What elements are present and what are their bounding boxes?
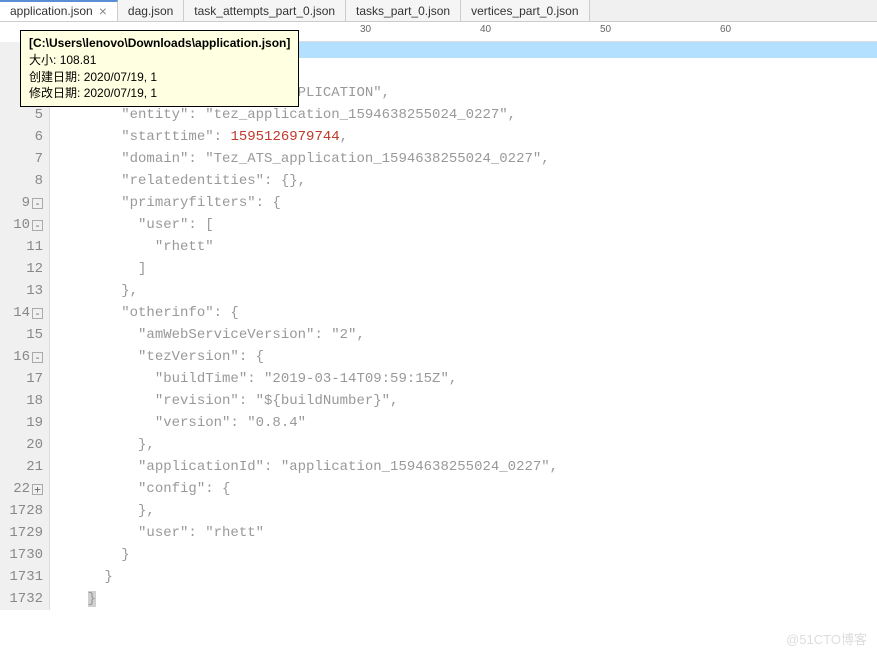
code-line[interactable]: }, — [54, 280, 877, 302]
code-line[interactable]: "applicationId": "application_1594638255… — [54, 456, 877, 478]
line-number: 7 — [0, 148, 43, 170]
fold-collapse-icon[interactable]: - — [32, 308, 43, 319]
code-line[interactable]: "version": "0.8.4" — [54, 412, 877, 434]
line-number: 22+ — [0, 478, 43, 500]
line-number: 17 — [0, 368, 43, 390]
fold-expand-icon[interactable]: + — [32, 484, 43, 495]
line-number: 14- — [0, 302, 43, 324]
tab-vertices_part_0-json[interactable]: vertices_part_0.json — [461, 0, 589, 21]
code-line[interactable]: "relatedentities": {}, — [54, 170, 877, 192]
cursor-position: } — [88, 591, 96, 607]
code-line[interactable]: "revision": "${buildNumber}", — [54, 390, 877, 412]
code-line[interactable]: "otherinfo": { — [54, 302, 877, 324]
line-number: 10- — [0, 214, 43, 236]
code-content[interactable]: "entitytype": "TEZ_APPLICATION", "entity… — [50, 42, 877, 610]
tooltip-created: 创建日期: 2020/07/19, 1 — [29, 69, 290, 86]
code-line[interactable]: }, — [54, 500, 877, 522]
code-line[interactable]: "rhett" — [54, 236, 877, 258]
fold-collapse-icon[interactable]: - — [32, 198, 43, 209]
line-number: 11 — [0, 236, 43, 258]
tooltip-path: [C:\Users\lenovo\Downloads\application.j… — [29, 35, 290, 52]
code-line[interactable]: "config": { — [54, 478, 877, 500]
code-line[interactable]: ] — [54, 258, 877, 280]
code-line[interactable]: "user": "rhett" — [54, 522, 877, 544]
line-number: 21 — [0, 456, 43, 478]
ruler-mark: 40 — [480, 24, 491, 35]
tab-bar: application.json × dag.json task_attempts_p… — [0, 0, 877, 22]
line-number: 5 — [0, 104, 43, 126]
code-editor[interactable]: 456789-10-11121314-1516-171819202122+172… — [0, 42, 877, 610]
tab-dag-json[interactable]: dag.json — [118, 0, 184, 21]
line-number: 12 — [0, 258, 43, 280]
ruler-mark: 50 — [600, 24, 611, 35]
code-line[interactable]: } — [54, 588, 877, 610]
line-number: 1732 — [0, 588, 43, 610]
tab-label: task_attempts_part_0.json — [194, 4, 335, 18]
tab-label: application.json — [10, 4, 93, 18]
ruler-mark: 30 — [360, 24, 371, 35]
tab-label: dag.json — [128, 4, 173, 18]
line-number: 15 — [0, 324, 43, 346]
close-icon[interactable]: × — [99, 4, 107, 18]
code-line[interactable]: "primaryfilters": { — [54, 192, 877, 214]
line-number: 19 — [0, 412, 43, 434]
code-line[interactable]: } — [54, 544, 877, 566]
line-number: 1728 — [0, 500, 43, 522]
line-number: 1730 — [0, 544, 43, 566]
fold-collapse-icon[interactable]: - — [32, 220, 43, 231]
line-number: 13 — [0, 280, 43, 302]
tooltip-modified: 修改日期: 2020/07/19, 1 — [29, 85, 290, 102]
tab-application-json[interactable]: application.json × — [0, 0, 118, 21]
line-number: 1729 — [0, 522, 43, 544]
code-line[interactable]: "amWebServiceVersion": "2", — [54, 324, 877, 346]
line-number: 1731 — [0, 566, 43, 588]
tooltip-size: 大小: 108.81 — [29, 52, 290, 69]
code-line[interactable]: } — [54, 566, 877, 588]
tab-task_attempts_part_0-json[interactable]: task_attempts_part_0.json — [184, 0, 346, 21]
line-number: 6 — [0, 126, 43, 148]
code-line[interactable]: "user": [ — [54, 214, 877, 236]
code-line[interactable]: }, — [54, 434, 877, 456]
line-number: 16- — [0, 346, 43, 368]
code-line[interactable]: "domain": "Tez_ATS_application_159463825… — [54, 148, 877, 170]
tab-tasks_part_0-json[interactable]: tasks_part_0.json — [346, 0, 461, 21]
fold-collapse-icon[interactable]: - — [32, 352, 43, 363]
tab-label: vertices_part_0.json — [471, 4, 578, 18]
ruler-mark: 60 — [720, 24, 731, 35]
code-line[interactable]: "starttime": 1595126979744, — [54, 126, 877, 148]
highlighted-value: 1595126979744 — [230, 129, 339, 145]
code-line[interactable]: "tezVersion": { — [54, 346, 877, 368]
line-number-gutter: 456789-10-11121314-1516-171819202122+172… — [0, 42, 50, 610]
code-line[interactable]: "buildTime": "2019-03-14T09:59:15Z", — [54, 368, 877, 390]
line-number: 8 — [0, 170, 43, 192]
file-tooltip: [C:\Users\lenovo\Downloads\application.j… — [20, 30, 299, 107]
tab-label: tasks_part_0.json — [356, 4, 450, 18]
line-number: 9- — [0, 192, 43, 214]
line-number: 20 — [0, 434, 43, 456]
code-line[interactable]: "entity": "tez_application_1594638255024… — [54, 104, 877, 126]
watermark: @51CTO博客 — [786, 629, 867, 648]
line-number: 18 — [0, 390, 43, 412]
